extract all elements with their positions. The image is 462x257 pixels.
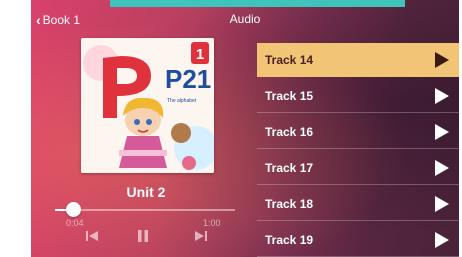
progress-thumb[interactable] <box>66 202 81 217</box>
play-icon[interactable] <box>435 195 449 212</box>
total-time: 1:00 <box>203 218 221 228</box>
pause-icon <box>138 230 148 242</box>
skip-back-icon <box>86 231 98 241</box>
play-icon[interactable] <box>435 123 449 140</box>
previous-track-button[interactable] <box>84 228 100 244</box>
top-banner <box>110 0 405 7</box>
track-item[interactable]: Track 18 <box>257 187 459 221</box>
unit-title: Unit 2 <box>126 184 166 200</box>
play-icon[interactable] <box>435 231 449 248</box>
track-label: Track 18 <box>265 196 314 211</box>
track-label: Track 14 <box>265 53 314 67</box>
progress-slider[interactable] <box>55 202 235 217</box>
next-track-button[interactable] <box>193 228 209 244</box>
track-list: Track 14 Track 15 Track 16 Track 17 Trac… <box>257 43 459 257</box>
track-item[interactable]: Track 17 <box>257 151 459 185</box>
current-time: 0:04 <box>66 218 84 228</box>
pause-button[interactable] <box>135 228 151 244</box>
skip-forward-icon <box>195 231 207 241</box>
track-label: Track 15 <box>265 88 314 103</box>
track-item[interactable]: Track 14 <box>257 43 459 77</box>
cover-logo-subtext: The alphabet <box>167 98 197 104</box>
page-title: Audio <box>229 12 261 26</box>
phone-screen: ‹ Book 1 Audio 1 P21 The alphabet Unit 2… <box>31 0 459 257</box>
play-icon[interactable] <box>435 52 449 68</box>
track-label: Track 16 <box>265 124 314 139</box>
navigation-bar: ‹ Book 1 Audio <box>31 9 459 31</box>
track-item[interactable]: Track 16 <box>257 115 459 149</box>
track-item[interactable]: Track 15 <box>257 79 459 113</box>
play-icon[interactable] <box>435 87 449 104</box>
track-label: Track 19 <box>265 232 314 247</box>
book-cover-image: 1 P21 The alphabet <box>81 38 214 173</box>
cover-logo-text: P21 <box>165 64 211 94</box>
cover-badge-number: 1 <box>196 46 204 63</box>
track-item[interactable]: Track 19 <box>257 223 459 257</box>
track-label: Track 17 <box>265 160 314 175</box>
play-icon[interactable] <box>435 159 449 176</box>
